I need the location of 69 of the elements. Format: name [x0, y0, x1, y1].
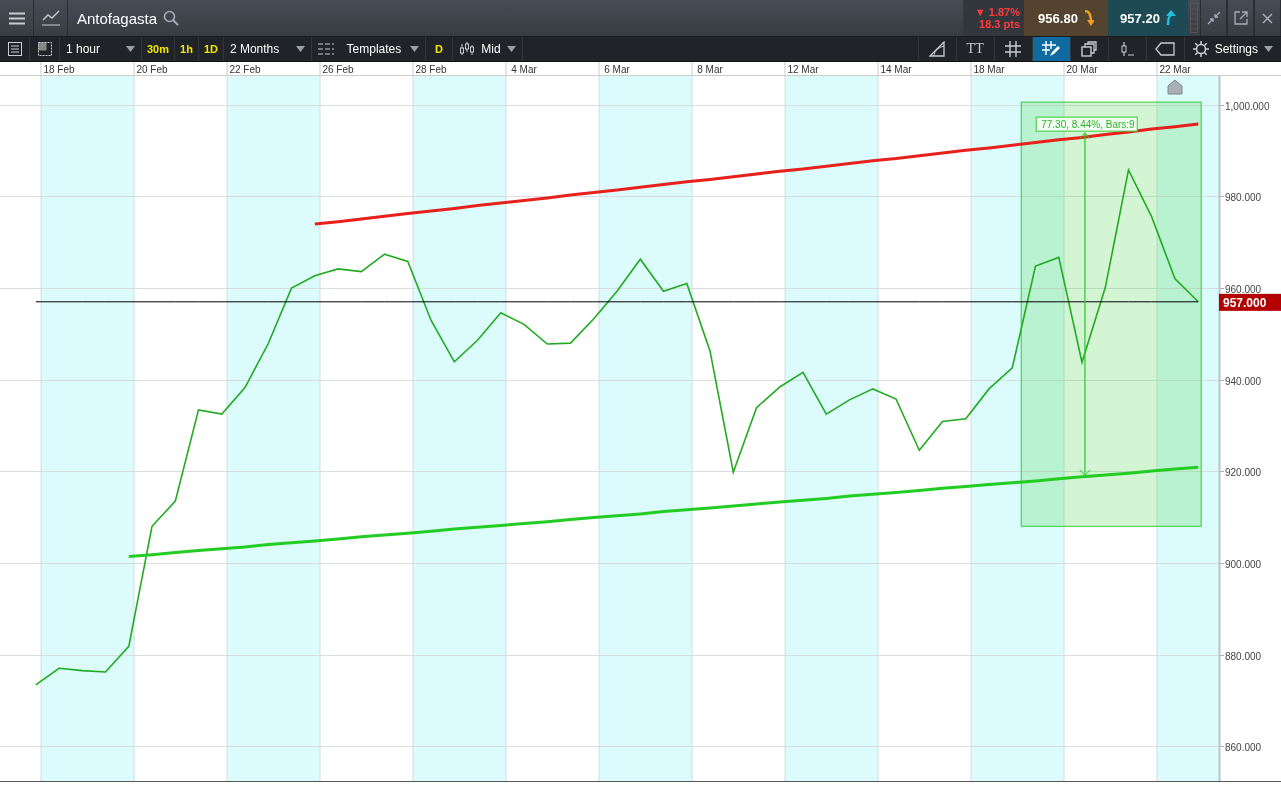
shrink-icon: [1206, 11, 1221, 25]
price-label: 920.000: [1225, 466, 1262, 478]
interval-button[interactable]: 30m: [142, 37, 176, 61]
price-label: 1,000.000: [1225, 100, 1270, 112]
date-label: 28 Feb: [415, 64, 447, 75]
drag-handle-icon[interactable]: [1190, 3, 1198, 33]
measure-label: 77.30, 8.44%, Bars:9: [1035, 116, 1138, 132]
price-label: 940.000: [1225, 375, 1262, 387]
search-icon[interactable]: [163, 10, 180, 26]
price-type-dropdown[interactable]: Mid: [452, 37, 523, 61]
date-label: 20 Feb: [136, 64, 168, 75]
caret-icon: [409, 46, 419, 52]
templates-dropdown[interactable]: Templates: [311, 37, 426, 61]
date-label: 22 Mar: [1159, 64, 1191, 75]
date-label: 22 Feb: [229, 64, 261, 75]
price-label: 900.000: [1225, 558, 1262, 570]
text-tool-button[interactable]: TT: [955, 37, 994, 61]
candle-settings-icon: [1119, 41, 1136, 57]
close-button[interactable]: [1254, 0, 1281, 36]
price-label: 880.000: [1225, 650, 1262, 662]
change-percent: ▼ 1.87%: [974, 6, 1020, 18]
grid-draw-tool-button[interactable]: [1031, 37, 1070, 61]
market-title: Antofagasta: [77, 9, 158, 27]
marker-icon[interactable]: [1167, 79, 1183, 95]
line-chart-icon: [41, 10, 60, 26]
settings-icon: [1192, 41, 1209, 57]
interval-button[interactable]: 1h: [175, 37, 199, 61]
price-label: 980.000: [1225, 191, 1262, 203]
down-arrow-icon: [1082, 10, 1094, 26]
interval-dropdown[interactable]: 1 hour: [60, 37, 142, 61]
daily-button[interactable]: D: [425, 37, 453, 61]
settings-dropdown[interactable]: Settings: [1183, 37, 1281, 61]
list-icon: [7, 42, 22, 56]
sell-price-button[interactable]: 956.80: [1024, 0, 1108, 36]
price-label: 960.000: [1225, 283, 1262, 295]
interval-button[interactable]: 1D: [198, 37, 224, 61]
caret-icon: [506, 46, 516, 52]
range-dropdown[interactable]: 2 Months: [223, 37, 312, 61]
trend-line[interactable]: [314, 122, 1199, 226]
date-label: 26 Feb: [322, 64, 354, 75]
up-arrow-icon: [1164, 10, 1176, 26]
date-label: 18 Feb: [43, 64, 75, 75]
caret-icon: [295, 46, 305, 52]
selection-icon: [37, 42, 52, 56]
menu-icon: [8, 11, 25, 25]
drawing-tool-icon: [929, 41, 946, 57]
buy-price-button[interactable]: 957.20: [1108, 0, 1188, 36]
date-label: 14 Mar: [880, 64, 912, 75]
change-points: 18.3 pts: [979, 18, 1020, 30]
tag-icon: [1155, 42, 1176, 56]
date-label: 20 Mar: [1066, 64, 1098, 75]
sliders-icon: [317, 42, 334, 56]
grid-pencil-icon: [1042, 41, 1061, 57]
close-icon: [1262, 12, 1273, 24]
candles-icon: [458, 42, 475, 56]
caret-icon: [1264, 46, 1273, 52]
date-label: 12 Mar: [787, 64, 819, 75]
price-label: 860.000: [1225, 741, 1262, 753]
date-label: 6 Mar: [604, 64, 630, 75]
minimize-button[interactable]: [1200, 0, 1227, 36]
grid-icon: [1005, 41, 1022, 57]
popout-icon: [1233, 11, 1248, 25]
caret-icon: [126, 46, 135, 52]
current-price-tag: 957.000: [1219, 293, 1281, 311]
popout-button[interactable]: [1227, 0, 1254, 36]
layers-icon: [1081, 41, 1098, 57]
date-label: 4 Mar: [511, 64, 537, 75]
date-label: 8 Mar: [697, 64, 723, 75]
date-label: 18 Mar: [973, 64, 1005, 75]
